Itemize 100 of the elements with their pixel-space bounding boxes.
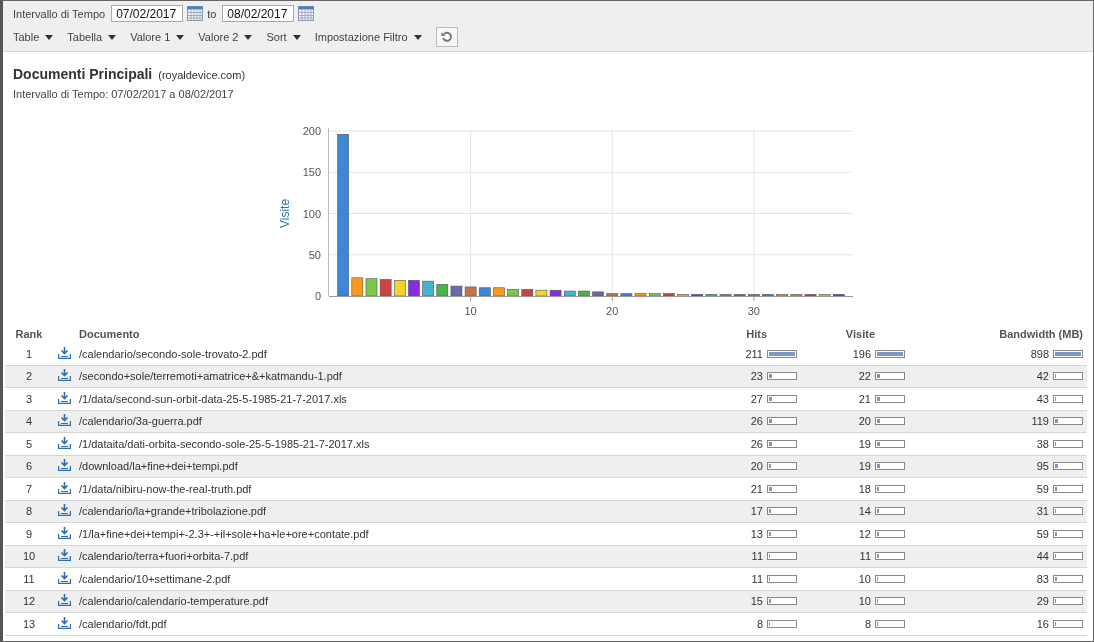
calendar-icon[interactable]: [187, 6, 204, 21]
cell-value: 898: [1030, 347, 1049, 360]
chart-bar: [592, 291, 604, 297]
cell-value: 19: [858, 437, 871, 450]
document-link[interactable]: /calendario/secondo-sole-trovato-2.pdf: [75, 343, 673, 365]
chart-bar: [436, 284, 449, 297]
cell-value: 26: [750, 415, 763, 428]
document-link[interactable]: /1/dataita/dati-orbita-secondo-sole-25-5-1985-21-7-2017.xls: [75, 432, 673, 455]
document-link[interactable]: /secondo+sole/terremoti+amatrice+&+katmandu-1.pdf: [75, 365, 673, 388]
refresh-icon: [440, 31, 453, 43]
chart-bar: [663, 293, 675, 297]
cell-value: 59: [1036, 482, 1049, 495]
download-icon[interactable]: [57, 594, 71, 607]
date-range-text: Intervallo di Tempo: 07/02/2017 a 08/02/2017: [13, 88, 235, 100]
rank-cell: 12: [5, 590, 53, 613]
caret-icon: [292, 34, 301, 40]
cell-value: 196: [852, 347, 871, 360]
document-link[interactable]: /calendario/10+settimane-2.pdf: [75, 567, 673, 590]
cell-value: 18: [858, 482, 871, 495]
cell-value: 211: [745, 347, 763, 360]
download-icon[interactable]: [57, 549, 71, 562]
document-link[interactable]: /calendario/calendario-temperature.pdf: [75, 590, 673, 613]
download-icon[interactable]: [57, 391, 71, 404]
dropdown-menu[interactable]: Tabella: [67, 31, 117, 43]
rank-cell: 10: [5, 545, 53, 568]
document-link[interactable]: /1/data/nibiru-now-the-real-truth.pdf: [75, 477, 673, 500]
rank-cell: 3: [5, 387, 53, 410]
document-link[interactable]: /calendario/fdt.pdf: [75, 612, 673, 635]
site-name: (royaldevice.com): [158, 69, 246, 81]
cell-value: 83: [1036, 572, 1049, 585]
cell-value: 16: [1036, 617, 1049, 630]
chart-bar: [578, 290, 590, 297]
cell-value: 38: [1036, 437, 1049, 450]
y-tick-label: 150: [302, 166, 321, 179]
cell-value: 20: [750, 460, 763, 473]
cell-value: 22: [858, 370, 871, 383]
document-link[interactable]: /calendario/la+grande+tribolazione.pdf: [75, 500, 673, 523]
dropdown-menu[interactable]: Sort: [266, 31, 301, 43]
chart-bar: [776, 294, 788, 297]
y-tick-label: 200: [302, 125, 321, 137]
cell-value: 13: [750, 527, 763, 540]
rank-cell: 7: [5, 477, 53, 500]
refresh-button[interactable]: [435, 27, 458, 47]
chart-bar: [408, 280, 420, 297]
download-icon[interactable]: [57, 459, 71, 472]
chart-bar: [833, 294, 845, 297]
cell-value: 11: [751, 550, 763, 563]
cell-value: 11: [751, 572, 763, 585]
caret-icon: [176, 34, 185, 40]
dropdown-menu[interactable]: Impostazione Filtro: [314, 31, 422, 43]
cell-value: 29: [1036, 595, 1049, 608]
calendar-icon[interactable]: [298, 6, 315, 21]
cell-value: 17: [750, 505, 763, 518]
cell-value: 43: [1036, 392, 1049, 405]
cell-value: 12: [858, 527, 871, 540]
chart-bar: [748, 294, 760, 297]
cell-value: 8: [864, 617, 871, 630]
document-link[interactable]: /1/la+fine+dei+tempi+-2.3+-+il+sole+ha+le+ore+contate.pdf: [75, 522, 673, 545]
date-to-field[interactable]: 08/02/2017: [222, 5, 295, 22]
chart-bar: [351, 277, 364, 297]
download-icon[interactable]: [57, 346, 71, 359]
dropdown-menu[interactable]: Table: [13, 31, 54, 43]
report-title: Documenti Principali: [13, 66, 153, 82]
filter-label: Intervallo di Tempo: [13, 7, 106, 20]
download-icon[interactable]: [57, 526, 71, 539]
download-icon[interactable]: [57, 414, 71, 427]
cell-value: 27: [750, 392, 763, 405]
download-icon[interactable]: [57, 369, 71, 382]
rank-cell: 13: [5, 612, 53, 635]
document-link[interactable]: /calendario/terra+fuori+orbita-7.pdf: [75, 545, 673, 568]
rank-cell: 1: [5, 343, 53, 365]
cell-value: 10: [858, 595, 871, 608]
x-tick-label: 30: [747, 305, 760, 317]
document-link[interactable]: /calendario/3a-guerra.pdf: [75, 410, 673, 433]
download-icon[interactable]: [57, 571, 71, 584]
document-link[interactable]: /1/data/second-sun-orbit-data-25-5-1985-21-7-2017.xls: [75, 387, 673, 410]
document-link[interactable]: /download/la+fine+dei+tempi.pdf: [75, 455, 673, 478]
y-tick-label: 100: [302, 207, 321, 220]
rank-cell: 6: [5, 455, 53, 478]
dropdown-menu[interactable]: Valore 2: [198, 31, 253, 43]
cell-value: 20: [858, 415, 871, 428]
y-tick-label: 0: [314, 290, 321, 302]
chart-bar: [478, 287, 491, 297]
download-icon[interactable]: [57, 616, 71, 629]
download-icon[interactable]: [57, 481, 71, 494]
cell-value: 15: [750, 595, 763, 608]
cell-value: 14: [858, 505, 871, 518]
cell-value: 26: [750, 437, 763, 450]
column-header: Hits: [745, 327, 768, 342]
download-icon[interactable]: [57, 504, 71, 517]
rank-cell: 5: [5, 432, 53, 455]
chart-bar: [507, 289, 519, 297]
chart-bar: [464, 286, 477, 297]
date-from-field[interactable]: 07/02/2017: [111, 5, 184, 22]
cell-value: 8: [756, 617, 763, 630]
chart-bar: [762, 294, 774, 297]
dropdown-menu[interactable]: Valore 1: [130, 31, 185, 43]
download-icon[interactable]: [57, 436, 71, 449]
cell-value: 59: [1036, 527, 1049, 540]
chart-bar: [422, 280, 434, 297]
